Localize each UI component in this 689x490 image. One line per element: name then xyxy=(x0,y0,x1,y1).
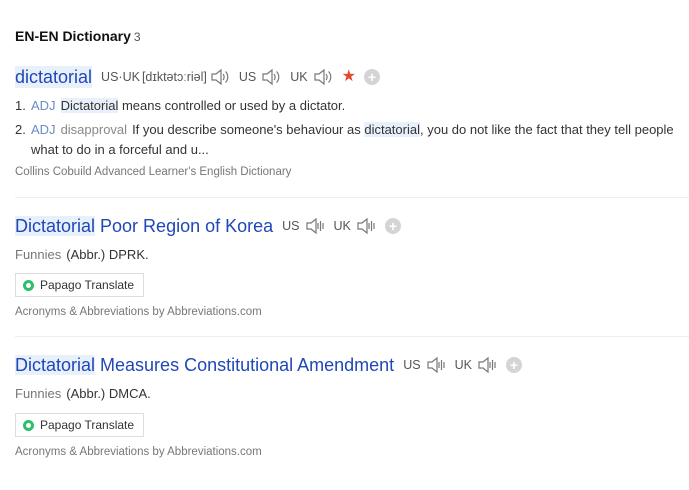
definition-number: 2. xyxy=(15,122,26,137)
papago-label: Papago Translate xyxy=(40,278,135,292)
papago-icon xyxy=(23,419,34,431)
speaker-icon[interactable] xyxy=(209,67,231,87)
pronunciation: US UK xyxy=(403,355,506,375)
definition-number: 1. xyxy=(15,98,26,113)
entry-dmca: Dictatorial Measures Constitutional Amen… xyxy=(15,354,689,458)
speaker-icon[interactable] xyxy=(476,355,498,375)
abbr-text: (Abbr.) DMCA. xyxy=(66,386,151,401)
result-count: 3 xyxy=(133,30,141,44)
plus-circle-icon[interactable]: + xyxy=(505,357,522,373)
speaker-icon[interactable] xyxy=(260,67,282,87)
us-label: US xyxy=(238,70,257,84)
plus-circle-icon[interactable]: + xyxy=(384,218,401,234)
speaker-icon[interactable] xyxy=(425,355,447,375)
pronunciation: US UK xyxy=(282,216,385,236)
source-text[interactable]: Acronyms & Abbreviations by Abbreviation… xyxy=(15,306,262,318)
part-of-speech: ADJ xyxy=(31,122,56,137)
papago-icon xyxy=(23,279,34,291)
star-icon[interactable]: ★ xyxy=(342,69,356,85)
entry-dprk: Dictatorial Poor Region of Korea US UK +… xyxy=(15,215,689,318)
us-label: US xyxy=(282,219,300,233)
divider xyxy=(15,336,689,337)
funnies-line: Funnies (Abbr.) DPRK. xyxy=(15,247,149,262)
uk-label: UK xyxy=(333,219,351,233)
divider xyxy=(15,197,689,198)
entry-dictatorial: dictatorial US·UK [dɪktətɔːriəl] US UK ★… xyxy=(15,66,689,178)
uk-label: UK xyxy=(454,358,472,372)
papago-label: Papago Translate xyxy=(40,418,135,432)
definition-text-a: If you describe someone's behaviour as xyxy=(132,122,365,137)
source-text[interactable]: Acronyms & Abbreviations by Abbreviation… xyxy=(15,446,262,458)
headword-rest: Poor Region of Korea xyxy=(95,216,274,236)
headword-highlight: Dictatorial xyxy=(15,355,96,375)
source-text[interactable]: Collins Cobuild Advanced Learner's Engli… xyxy=(15,166,291,178)
entry-head: dictatorial US·UK [dɪktətɔːriəl] US UK ★… xyxy=(15,66,689,88)
papago-translate-button[interactable]: Papago Translate xyxy=(15,413,145,437)
usage-mark: disapproval xyxy=(60,122,128,137)
us-label: US xyxy=(403,358,421,372)
entry-head: Dictatorial Measures Constitutional Amen… xyxy=(15,354,689,376)
speaker-icon[interactable] xyxy=(304,216,326,236)
category-tag: Funnies xyxy=(15,386,62,401)
category-tag: Funnies xyxy=(15,247,62,262)
headword-link[interactable]: Dictatorial Measures Constitutional Amen… xyxy=(15,354,394,376)
headword-link[interactable]: dictatorial xyxy=(15,66,93,88)
headword-highlight: Dictatorial xyxy=(15,216,96,236)
abbr-text: (Abbr.) DPRK. xyxy=(66,247,149,262)
definition-keyword: Dictatorial xyxy=(60,98,119,113)
pronunciation: US·UK [dɪktətɔːriəl] US UK xyxy=(101,67,342,87)
part-of-speech: ADJ xyxy=(31,98,56,113)
speaker-icon[interactable] xyxy=(355,216,377,236)
ipa-text: [dɪktətɔːriəl] xyxy=(141,70,207,84)
speaker-icon[interactable] xyxy=(312,67,334,87)
headword-link[interactable]: Dictatorial Poor Region of Korea xyxy=(15,215,273,237)
entry-head: Dictatorial Poor Region of Korea US UK + xyxy=(15,215,689,237)
section-title-text: EN-EN Dictionary xyxy=(15,28,131,44)
definition-text: means controlled or used by a dictator. xyxy=(118,98,346,113)
papago-translate-button[interactable]: Papago Translate xyxy=(15,273,145,297)
uk-label: UK xyxy=(290,70,308,84)
plus-circle-icon[interactable]: + xyxy=(363,69,380,85)
funnies-line: Funnies (Abbr.) DMCA. xyxy=(15,386,151,401)
definition-1: 1. ADJ Dictatorial means controlled or us… xyxy=(15,96,689,116)
section-title: EN-EN Dictionary 3 xyxy=(15,28,141,44)
definition-2: 2. ADJ disapproval If you describe someone… xyxy=(15,120,689,160)
pron-region-label: US·UK xyxy=(101,70,140,84)
headword-rest: Measures Constitutional Amendment xyxy=(95,355,395,375)
definition-keyword: dictatorial xyxy=(364,122,420,137)
